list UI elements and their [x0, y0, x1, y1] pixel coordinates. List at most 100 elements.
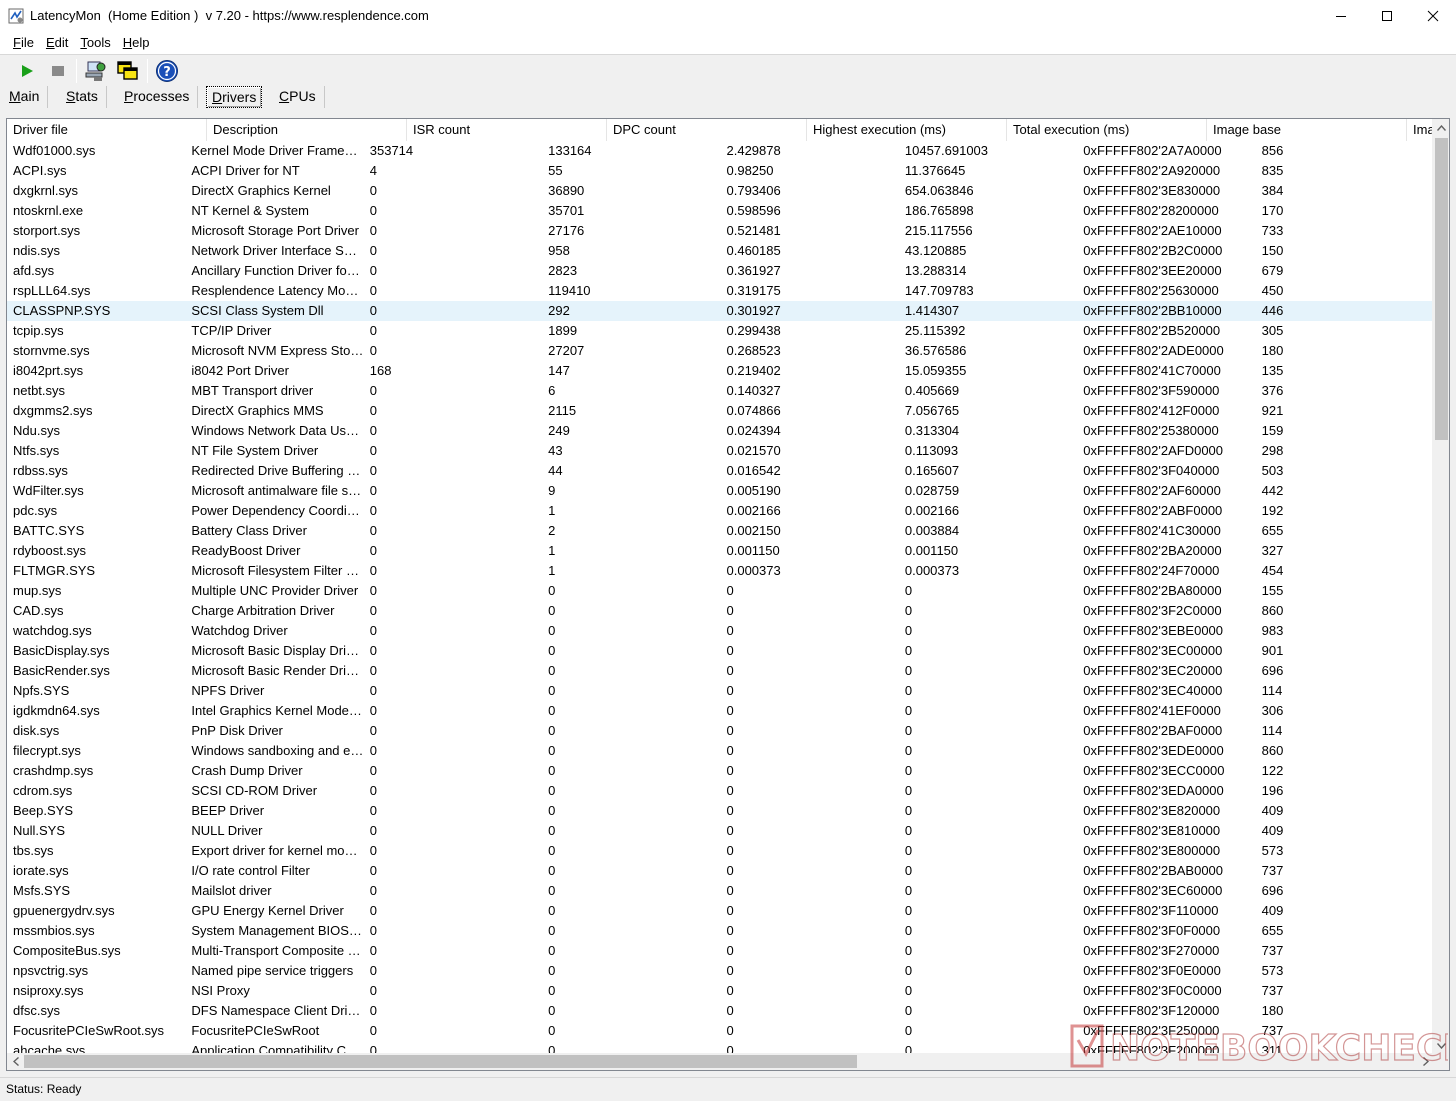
table-cell: Msfs.SYS	[13, 883, 71, 898]
table-cell: dfsc.sys	[13, 1003, 60, 1018]
column-header[interactable]: DPC count	[607, 119, 807, 141]
maximize-button[interactable]	[1364, 0, 1410, 32]
monitor-button[interactable]	[83, 58, 109, 84]
table-cell: 0	[548, 603, 556, 618]
table-row[interactable]: igdkmdn64.sys Intel Graphics Kernel Mode …	[7, 701, 1434, 721]
table-cell: 0	[548, 663, 556, 678]
table-row[interactable]: iorate.sys I/O rate control Filter 0 0 0 0 0xF…	[7, 861, 1434, 881]
column-header[interactable]: Description	[207, 119, 407, 141]
drivers-list[interactable]: Driver file Description ISR count DPC count…	[6, 118, 1450, 1071]
table-row[interactable]: tbs.sys Export driver for kernel mode ...…	[7, 841, 1434, 861]
table-row[interactable]: CAD.sys Charge Arbitration Driver 0 0 0 0 0xFF…	[7, 601, 1434, 621]
table-cell: 0	[726, 743, 734, 758]
column-header[interactable]: ISR count	[407, 119, 607, 141]
table-row[interactable]: BasicDisplay.sys Microsoft Basic Display …	[7, 641, 1434, 661]
table-cell: SCSI CD-ROM Driver	[191, 783, 318, 798]
menu-tools[interactable]: Tools	[74, 33, 116, 53]
table-row[interactable]: ndis.sys Network Driver Interface Speci..…	[7, 241, 1434, 261]
table-row[interactable]: tcpip.sys TCP/IP Driver 0 1899 0.299438 25.11…	[7, 321, 1434, 341]
table-row[interactable]: Ntfs.sys NT File System Driver 0 43 0.021570…	[7, 441, 1434, 461]
table-row[interactable]: rdyboost.sys ReadyBoost Driver 0 1 0.001150 0…	[7, 541, 1434, 561]
table-row[interactable]: netbt.sys MBT Transport driver 0 6 0.140327 0…	[7, 381, 1434, 401]
table-cell: 0.219402	[726, 363, 781, 378]
scroll-up-button[interactable]	[1433, 119, 1449, 136]
table-cell: 0	[369, 703, 377, 718]
vertical-scrollbar[interactable]	[1432, 119, 1449, 1054]
table-row[interactable]: storport.sys Microsoft Storage Port Drive…	[7, 221, 1434, 241]
table-row[interactable]: rdbss.sys Redirected Drive Buffering Su..…	[7, 461, 1434, 481]
tab-drivers[interactable]: Drivers	[206, 86, 263, 108]
table-row[interactable]: ACPI.sys ACPI Driver for NT 4 55 0.98250 11.3…	[7, 161, 1434, 181]
menu-help[interactable]: Help	[117, 33, 156, 53]
column-header[interactable]: Highest execution (ms)	[807, 119, 1007, 141]
table-row[interactable]: cdrom.sys SCSI CD-ROM Driver 0 0 0 0 0xFFFFF80…	[7, 781, 1434, 801]
table-row[interactable]: nsiproxy.sys NSI Proxy 0 0 0 0 0xFFFFF802'3F0C…	[7, 981, 1434, 1001]
tab-processes[interactable]: Processes	[116, 86, 199, 108]
table-row[interactable]: gpuenergydrv.sys GPU Energy Kernel Driver…	[7, 901, 1434, 921]
tab-strip: Main Stats Processes Drivers CPUs	[0, 86, 1456, 110]
table-cell: 0	[904, 823, 913, 838]
table-row[interactable]: Ndu.sys Windows Network Data Usag... 0 249 0…	[7, 421, 1434, 441]
table-cell: 0.002166	[904, 503, 960, 518]
table-row[interactable]: BasicRender.sys Microsoft Basic Render Dr…	[7, 661, 1434, 681]
column-header[interactable]: Image base	[1207, 119, 1407, 141]
windows-button[interactable]	[115, 58, 141, 84]
horizontal-scroll-thumb[interactable]	[24, 1055, 857, 1068]
table-row[interactable]: FLTMGR.SYS Microsoft Filesystem Filter M.…	[7, 561, 1434, 581]
table-row[interactable]: disk.sys PnP Disk Driver 0 0 0 0 0xFFFFF802'2B…	[7, 721, 1434, 741]
table-row[interactable]: CLASSPNP.SYS SCSI Class System Dll 0 292 0.3…	[7, 301, 1434, 321]
windows-icon	[117, 61, 138, 80]
table-cell: 0	[548, 1023, 556, 1038]
table-row[interactable]: Beep.SYS BEEP Driver 0 0 0 0 0xFFFFF802'3E8200…	[7, 801, 1434, 821]
column-header[interactable]: Total execution (ms)	[1007, 119, 1207, 141]
table-cell: 147.709783	[904, 283, 974, 298]
table-row[interactable]: afd.sys Ancillary Function Driver for ...…	[7, 261, 1434, 281]
table-row[interactable]: watchdog.sys Watchdog Driver 0 0 0 0 0xFFFFF80…	[7, 621, 1434, 641]
help-button[interactable]: ?	[154, 58, 180, 84]
table-row[interactable]: BATTC.SYS Battery Class Driver 0 2 0.002150 0…	[7, 521, 1434, 541]
table-cell: Microsoft Basic Render Driver	[191, 663, 364, 678]
table-row[interactable]: Wdf01000.sys Kernel Mode Driver Framewor.…	[7, 141, 1434, 161]
table-row[interactable]: mssmbios.sys System Management BIOS D... 0…	[7, 921, 1434, 941]
table-row[interactable]: ntoskrnl.exe NT Kernel & System 0 35701 0.59…	[7, 201, 1434, 221]
table-row[interactable]: rspLLL64.sys Resplendence Latency Monit..…	[7, 281, 1434, 301]
table-cell: 0	[369, 523, 377, 538]
minimize-icon	[1336, 16, 1346, 17]
table-row[interactable]: Null.SYS NULL Driver 0 0 0 0 0xFFFFF802'3E8100…	[7, 821, 1434, 841]
tab-stats[interactable]: Stats	[58, 86, 107, 108]
table-cell: 0	[548, 943, 556, 958]
table-cell: 0	[904, 683, 913, 698]
table-row[interactable]: npsvctrig.sys Named pipe service triggers…	[7, 961, 1434, 981]
menu-file[interactable]: File	[7, 33, 40, 53]
table-row[interactable]: crashdmp.sys Crash Dump Driver 0 0 0 0 0xFFFFF…	[7, 761, 1434, 781]
table-row[interactable]: filecrypt.sys Windows sandboxing and enc.…	[7, 741, 1434, 761]
table-cell: Kernel Mode Driver Framewor...	[191, 143, 364, 158]
tab-cpus[interactable]: CPUs	[271, 86, 325, 108]
table-row[interactable]: i8042prt.sys i8042 Port Driver 168 147 0.219…	[7, 361, 1434, 381]
table-cell: MBT Transport driver	[191, 383, 314, 398]
close-button[interactable]	[1410, 0, 1456, 32]
table-row[interactable]: Npfs.SYS NPFS Driver 0 0 0 0 0xFFFFF802'3EC400…	[7, 681, 1434, 701]
scroll-left-button[interactable]	[7, 1053, 24, 1070]
table-row[interactable]: dxgmms2.sys DirectX Graphics MMS 0 2115 0.07…	[7, 401, 1434, 421]
table-row[interactable]: CompositeBus.sys Multi-Transport Composit…	[7, 941, 1434, 961]
table-row[interactable]: WdFilter.sys Microsoft antimalware file s…	[7, 481, 1434, 501]
table-row[interactable]: dxgkrnl.sys DirectX Graphics Kernel 0 36890…	[7, 181, 1434, 201]
table-cell: 43.120885	[904, 243, 967, 258]
table-row[interactable]: stornvme.sys Microsoft NVM Express Storp.…	[7, 341, 1434, 361]
table-row[interactable]: pdc.sys Power Dependency Coordinat... 0 1 0.…	[7, 501, 1434, 521]
vertical-scroll-thumb[interactable]	[1435, 138, 1448, 440]
table-cell: 0	[904, 963, 913, 978]
minimize-button[interactable]	[1318, 0, 1364, 32]
column-header[interactable]: Driver file	[7, 119, 207, 141]
table-cell: 0.165607	[904, 463, 960, 478]
start-button[interactable]	[14, 58, 40, 84]
table-cell: 733	[1261, 223, 1284, 238]
table-cell: Microsoft NVM Express Storp...	[191, 343, 364, 358]
stop-button[interactable]	[45, 58, 71, 84]
table-row[interactable]: Msfs.SYS Mailslot driver 0 0 0 0 0xFFFFF802'3E…	[7, 881, 1434, 901]
tab-main[interactable]: Main	[1, 86, 49, 108]
table-row[interactable]: mup.sys Multiple UNC Provider Driver 0 0 0 0 0…	[7, 581, 1434, 601]
menu-edit[interactable]: Edit	[40, 33, 74, 53]
table-cell: DirectX Graphics Kernel	[191, 183, 331, 198]
